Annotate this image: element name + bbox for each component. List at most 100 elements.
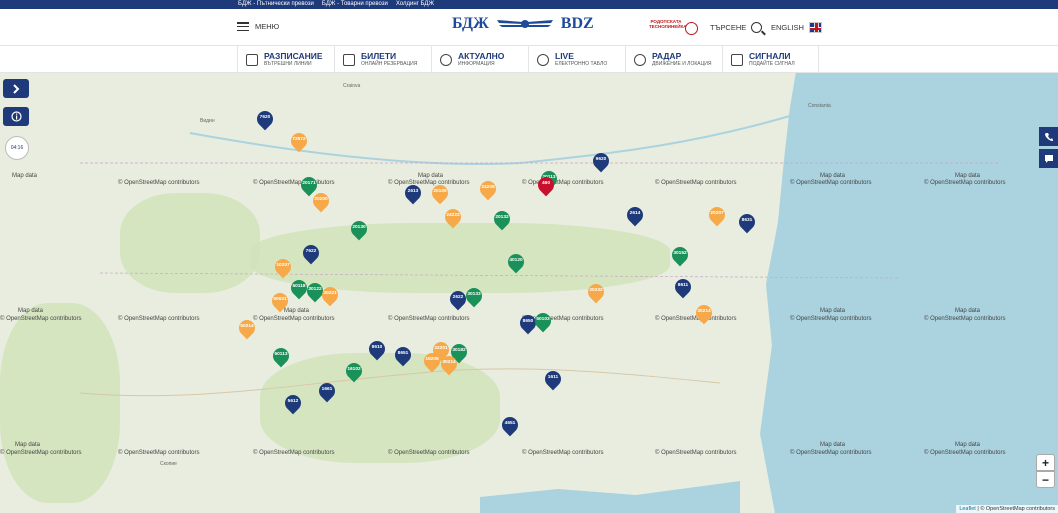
train-marker[interactable]: 24223 — [441, 205, 465, 229]
train-marker[interactable]: 50214 — [235, 316, 259, 340]
train-number: 1661 — [321, 387, 333, 392]
train-marker[interactable]: 9620 — [589, 149, 613, 173]
train-marker[interactable]: 30133 — [462, 284, 486, 308]
train-marker[interactable]: 72572 — [287, 129, 311, 153]
train-marker[interactable]: 8631 — [735, 210, 759, 234]
leaflet-link[interactable]: Leaflet — [959, 506, 976, 512]
train-number: 20132 — [495, 215, 509, 220]
train-marker[interactable]: 8611 — [671, 275, 695, 299]
train-number: 8631 — [741, 218, 753, 223]
tile-attribution: © OpenStreetMap contributors — [253, 450, 335, 456]
train-radar-map[interactable]: Map data © OpenStreetMap contributors © … — [0, 73, 1058, 513]
topbar-link-freight[interactable]: БДЖ - Товарни превози — [322, 0, 388, 9]
nav-subtitle: ПОДАЙТЕ СИГНАЛ — [749, 61, 795, 67]
tile-attribution: Map data — [12, 173, 38, 179]
menu-button[interactable]: МЕНЮ — [237, 22, 279, 31]
train-number: 10207 — [276, 263, 290, 268]
calendar-icon — [246, 53, 258, 66]
zoom-out-button[interactable]: − — [1036, 471, 1055, 488]
bdz-logo[interactable]: БДЖ BDZ — [452, 15, 594, 33]
train-marker[interactable]: 50103 — [531, 309, 555, 333]
train-marker[interactable]: 7620 — [253, 107, 277, 131]
train-marker[interactable]: 8650 — [516, 311, 540, 335]
nav-title: LIVE — [555, 51, 574, 61]
train-number: 50118 — [292, 284, 306, 289]
train-number: 2614 — [629, 211, 641, 216]
train-number: 50214 — [240, 324, 254, 329]
search-button[interactable]: ТЪРСЕНЕ — [710, 22, 763, 33]
nav-news[interactable]: АКТУАЛНО ИНФОРМАЦИЯ — [431, 46, 528, 73]
language-label: ENGLISH — [771, 23, 804, 32]
nav-radar[interactable]: РАДАР ДВИЖЕНИЕ И ЛОКАЦИЯ — [625, 46, 722, 73]
train-marker[interactable]: 7622 — [299, 241, 323, 265]
train-marker[interactable]: 20132 — [490, 207, 514, 231]
train-number: 30221 — [323, 291, 337, 296]
nav-signals[interactable]: СИГНАЛИ ПОДАЙТЕ СИГНАЛ — [722, 46, 819, 73]
train-marker[interactable]: 30221 — [318, 283, 342, 307]
train-marker[interactable]: 30214 — [437, 352, 461, 376]
narrow-gauge-train-icon[interactable] — [685, 22, 698, 35]
train-marker[interactable]: 2613 — [401, 181, 425, 205]
train-marker[interactable]: 2622 — [446, 287, 470, 311]
train-marker[interactable]: 40120 — [504, 250, 528, 274]
train-marker[interactable]: 30122 — [303, 279, 327, 303]
train-marker[interactable]: 30152 — [668, 243, 692, 267]
train-marker[interactable]: 20232 — [584, 280, 608, 304]
train-marker[interactable]: 20105 — [428, 181, 452, 205]
zoom-in-button[interactable]: + — [1036, 454, 1055, 471]
expand-panel-button[interactable] — [3, 79, 29, 98]
tile-attribution: © OpenStreetMap contributors — [924, 450, 1006, 456]
train-marker[interactable]: 50021 — [268, 289, 292, 313]
train-marker[interactable]: 460 — [534, 173, 558, 197]
tile-attribution: © OpenStreetMap contributors — [118, 180, 200, 186]
tile-attribution: © OpenStreetMap contributors — [655, 180, 737, 186]
train-number: 24223 — [446, 213, 460, 218]
city-label: Скопие — [160, 461, 177, 467]
train-marker[interactable]: 16102 — [342, 359, 366, 383]
tile-attribution: © OpenStreetMap contributors — [522, 450, 604, 456]
search-label: ТЪРСЕНЕ — [710, 23, 747, 32]
train-marker[interactable]: 20207 — [705, 203, 729, 227]
train-number: 19205 — [425, 357, 439, 362]
rhodope-railway-link[interactable]: РОДОПСКАТА ТЕСНОЛИНЕЙКА — [649, 19, 687, 29]
train-number: 2622 — [452, 295, 464, 300]
topbar-link-holding[interactable]: Холдинг БДЖ — [396, 0, 434, 9]
train-marker[interactable]: 10207 — [271, 255, 295, 279]
train-marker[interactable]: 2614 — [623, 203, 647, 227]
phone-support-button[interactable] — [1039, 127, 1058, 146]
train-number: 32201 — [434, 346, 448, 351]
train-marker[interactable]: 1661 — [315, 379, 339, 403]
tile-attribution: © OpenStreetMap contributors — [118, 450, 200, 456]
chat-button[interactable] — [1039, 149, 1058, 168]
nav-timetable[interactable]: РАЗПИСАНИЕ ВЪТРЕШНИ ЛИНИИ — [237, 46, 334, 73]
train-number: 8611 — [677, 283, 689, 288]
top-links-bar: БДЖ - Пътнически превози БДЖ - Товарни п… — [0, 0, 1058, 9]
train-marker[interactable]: 50118 — [287, 276, 311, 300]
train-marker[interactable]: 19205 — [420, 349, 444, 373]
info-button[interactable] — [3, 107, 29, 126]
tile-attribution: © OpenStreetMap contributors — [388, 180, 470, 186]
train-number: 16102 — [347, 367, 361, 372]
train-marker[interactable]: 50113 — [269, 344, 293, 368]
train-marker[interactable]: 20130 — [347, 217, 371, 241]
nav-live[interactable]: LIVE ЕЛЕКТРОННО ТАБЛО — [528, 46, 625, 73]
train-marker[interactable]: 4651 — [498, 413, 522, 437]
train-marker[interactable]: 24205 — [476, 177, 500, 201]
train-number: 30133 — [467, 292, 481, 297]
train-marker[interactable]: 5612 — [281, 391, 305, 415]
refresh-timer[interactable]: 04:16 — [5, 136, 29, 160]
nav-subtitle: ОНЛАЙН РЕЗЕРВАЦИЯ — [361, 61, 418, 67]
topbar-link-passenger[interactable]: БДЖ - Пътнически превози — [238, 0, 314, 9]
train-marker[interactable]: 20200 — [309, 189, 333, 213]
language-switch[interactable]: ENGLISH — [771, 22, 822, 33]
train-marker[interactable]: 8610 — [365, 337, 389, 361]
nav-title: АКТУАЛНО — [458, 51, 505, 61]
train-number: 9620 — [595, 157, 607, 162]
train-number: 50021 — [273, 297, 287, 302]
train-number: 50113 — [274, 352, 288, 357]
tile-attribution: Map data — [18, 308, 44, 314]
nav-tickets[interactable]: БИЛЕТИ ОНЛАЙН РЕЗЕРВАЦИЯ — [334, 46, 431, 73]
train-marker[interactable]: 1611 — [541, 367, 565, 391]
train-marker[interactable]: 8651 — [391, 343, 415, 367]
train-marker[interactable]: 30214 — [692, 301, 716, 325]
